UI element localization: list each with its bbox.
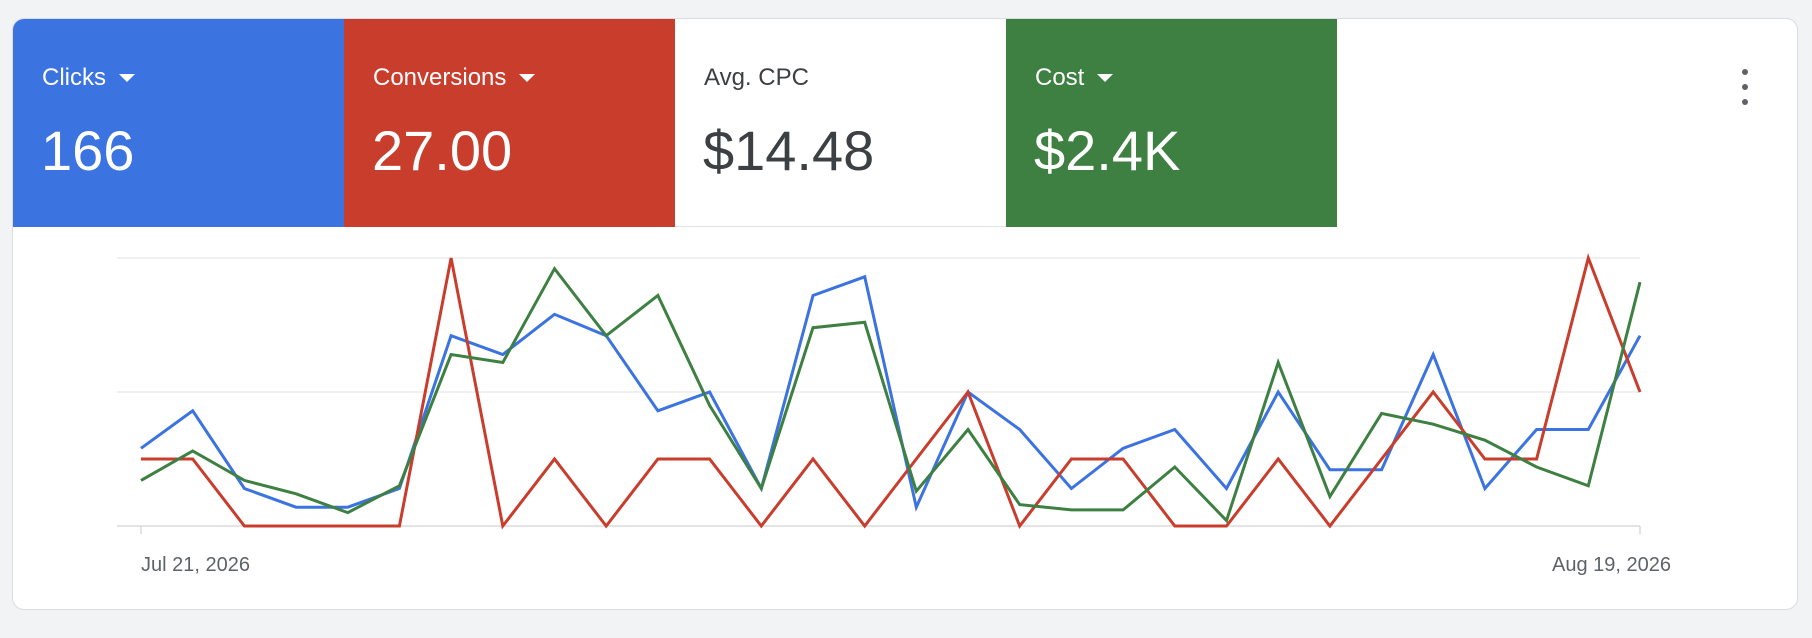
more-vert-icon[interactable] — [1733, 69, 1757, 105]
metric-tile-conversions[interactable]: Conversions 27.00 — [344, 19, 675, 227]
more-dot — [1742, 99, 1748, 105]
dropdown-caret-icon[interactable] — [1097, 74, 1114, 82]
metric-header-avg-cpc: Avg. CPC — [704, 64, 809, 92]
more-dot — [1742, 84, 1748, 90]
metric-header-clicks: Clicks — [42, 64, 135, 92]
x-tick-label-end: Aug 19, 2026 — [1552, 554, 1671, 576]
metric-label-avg-cpc: Avg. CPC — [704, 64, 809, 91]
performance-card: Clicks 166 Conversions 27.00 Avg. CPC $1… — [12, 18, 1798, 610]
metric-tile-clicks[interactable]: Clicks 166 — [13, 19, 344, 227]
metric-value-avg-cpc: $14.48 — [703, 119, 875, 182]
chart-gridlines — [117, 257, 1641, 534]
metric-value-cost: $2.4K — [1034, 119, 1181, 182]
more-dot — [1742, 69, 1748, 75]
metric-header-conversions: Conversions — [373, 64, 536, 92]
metric-value-conversions: 27.00 — [372, 119, 513, 182]
metric-tiles: Clicks 166 Conversions 27.00 Avg. CPC $1… — [13, 19, 1337, 227]
metric-tile-avg-cpc[interactable]: Avg. CPC $14.48 — [675, 19, 1006, 227]
metric-header-cost: Cost — [1035, 64, 1114, 92]
metric-label-clicks: Clicks — [42, 64, 106, 91]
line-chart — [117, 253, 1642, 534]
metric-label-cost: Cost — [1035, 64, 1085, 91]
dropdown-caret-icon[interactable] — [519, 74, 536, 82]
dropdown-caret-icon[interactable] — [119, 74, 135, 82]
metric-label-conversions: Conversions — [373, 64, 507, 91]
metric-tile-cost[interactable]: Cost $2.4K — [1006, 19, 1337, 227]
x-tick-label-start: Jul 21, 2026 — [141, 554, 250, 576]
metric-value-clicks: 166 — [41, 119, 135, 182]
